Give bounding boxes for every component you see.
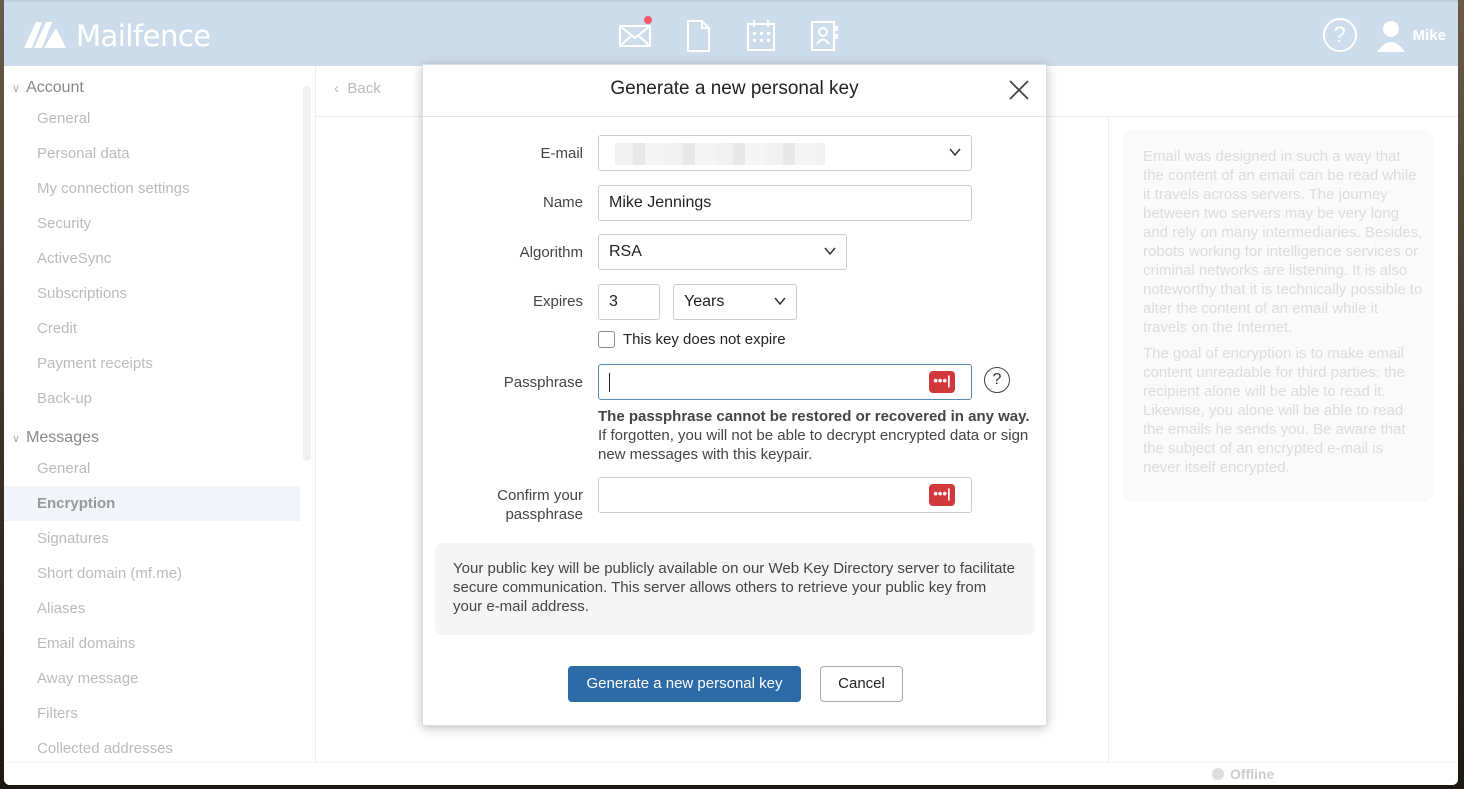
user-menu[interactable]: Mike <box>1375 18 1446 52</box>
sidebar-item-filters[interactable]: Filters <box>4 696 315 731</box>
text-cursor <box>609 373 610 392</box>
sidebar-item-activesync[interactable]: ActiveSync <box>4 241 315 276</box>
info-paragraph: Email was designed in such a way that th… <box>1143 148 1423 336</box>
section-messages[interactable]: ∨ Messages <box>4 416 315 451</box>
generate-key-dialog: Generate a new personal key E-mail Name … <box>422 64 1047 726</box>
public-key-note: Your public key will be publicly availab… <box>435 543 1035 635</box>
help-icon[interactable]: ? <box>1322 18 1357 52</box>
encryption-info: Email was designed in such a way that th… <box>1123 129 1433 502</box>
sidebar-item-short-domain[interactable]: Short domain (mf.me) <box>4 556 315 591</box>
algorithm-label: Algorithm <box>519 244 583 261</box>
password-manager-icon[interactable]: •••| <box>929 371 955 393</box>
section-title: Account <box>26 79 84 96</box>
sidebar-item-credit[interactable]: Credit <box>4 311 315 346</box>
sidebar-item-security[interactable]: Security <box>4 206 315 241</box>
sidebar-item-aliases[interactable]: Aliases <box>4 591 315 626</box>
user-area: ? Mike <box>1322 18 1446 52</box>
no-expire-label[interactable]: This key does not expire <box>623 331 786 348</box>
dialog-header: Generate a new personal key <box>423 65 1046 117</box>
chevron-down-icon <box>824 247 836 256</box>
expires-number-field[interactable]: 3 <box>598 284 660 320</box>
back-link[interactable]: ‹ Back <box>334 80 381 97</box>
email-value-redacted <box>615 143 825 165</box>
top-bar: Mailfence ? Mike <box>4 0 1458 66</box>
sidebar-item-signatures[interactable]: Signatures <box>4 521 315 556</box>
unread-badge <box>644 16 652 24</box>
chevron-down-icon <box>949 148 961 157</box>
sidebar-item-subscriptions[interactable]: Subscriptions <box>4 276 315 311</box>
section-account[interactable]: ∨ Account <box>4 66 315 101</box>
info-paragraph: The goal of encryption is to make email … <box>1143 345 1406 476</box>
passphrase-field[interactable]: •••| <box>598 364 972 400</box>
mailfence-logo-icon <box>24 22 66 48</box>
password-manager-icon[interactable]: •••| <box>929 484 955 506</box>
mailfence-app: Mailfence ? Mike ∨ Account General Perso… <box>4 0 1458 785</box>
sidebar-item-away-message[interactable]: Away message <box>4 661 315 696</box>
warning-bold: The passphrase cannot be restored or rec… <box>598 408 1030 425</box>
mail-icon[interactable] <box>618 16 652 54</box>
section-title: Messages <box>26 429 99 446</box>
confirm-passphrase-field[interactable]: •••| <box>598 477 972 513</box>
app-switcher <box>618 16 841 54</box>
sidebar-item-encryption[interactable]: Encryption <box>4 486 300 521</box>
brand-logo[interactable]: Mailfence <box>22 18 211 54</box>
expires-label: Expires <box>532 293 583 310</box>
document-icon[interactable] <box>681 18 715 54</box>
sidebar-item-connection-settings[interactable]: My connection settings <box>4 171 315 206</box>
sidebar-item-personal-data[interactable]: Personal data <box>4 136 315 171</box>
dialog-title: Generate a new personal key <box>610 78 859 99</box>
sidebar-item-collected-addresses[interactable]: Collected addresses <box>4 731 315 766</box>
info-panel: Email was designed in such a way that th… <box>1108 117 1458 762</box>
confirm-label-line1: Confirm your <box>497 487 583 504</box>
brand-name: Mailfence <box>76 19 211 53</box>
expires-unit-value: Years <box>684 293 725 310</box>
passphrase-warning: The passphrase cannot be restored or rec… <box>598 407 1038 464</box>
user-name: Mike <box>1412 26 1446 44</box>
avatar-icon <box>1376 21 1405 52</box>
connection-status: Offline <box>1212 766 1274 782</box>
cancel-button[interactable]: Cancel <box>820 666 903 702</box>
sidebar-item-payment-receipts[interactable]: Payment receipts <box>4 346 315 381</box>
close-icon[interactable] <box>1008 79 1030 101</box>
back-label: Back <box>347 80 381 97</box>
chevron-left-icon: ‹ <box>334 80 339 97</box>
chevron-down-icon: ∨ <box>12 432 21 445</box>
calendar-icon[interactable] <box>744 18 778 54</box>
name-field[interactable]: Mike Jennings <box>598 185 972 221</box>
no-expire-checkbox[interactable] <box>598 331 615 348</box>
chevron-down-icon: ∨ <box>12 82 21 95</box>
sidebar-item-back-up[interactable]: Back-up <box>4 381 315 416</box>
chevron-down-icon <box>774 297 786 306</box>
status-label: Offline <box>1230 766 1275 782</box>
sidebar-item-general[interactable]: General <box>4 101 315 136</box>
email-label: E-mail <box>540 145 583 162</box>
algorithm-select[interactable]: RSA <box>598 234 847 270</box>
generate-key-button[interactable]: Generate a new personal key <box>568 666 801 702</box>
passphrase-label: Passphrase <box>503 374 583 391</box>
status-dot-icon <box>1212 768 1224 780</box>
contacts-icon[interactable] <box>807 18 841 54</box>
warning-text: If forgotten, you will not be able to de… <box>598 427 1029 463</box>
settings-sidebar: ∨ Account General Personal data My conne… <box>4 66 316 766</box>
email-select[interactable] <box>598 135 972 171</box>
algorithm-value: RSA <box>609 243 642 260</box>
sidebar-scrollbar[interactable] <box>303 86 311 461</box>
expires-unit-select[interactable]: Years <box>673 284 797 320</box>
passphrase-help-icon[interactable]: ? <box>984 367 1010 393</box>
name-label: Name <box>542 194 583 211</box>
confirm-passphrase-label: Confirm your passphrase <box>497 486 583 524</box>
sidebar-item-messages-general[interactable]: General <box>4 451 315 486</box>
sidebar-item-email-domains[interactable]: Email domains <box>4 626 315 661</box>
confirm-label-line2: passphrase <box>505 506 583 523</box>
